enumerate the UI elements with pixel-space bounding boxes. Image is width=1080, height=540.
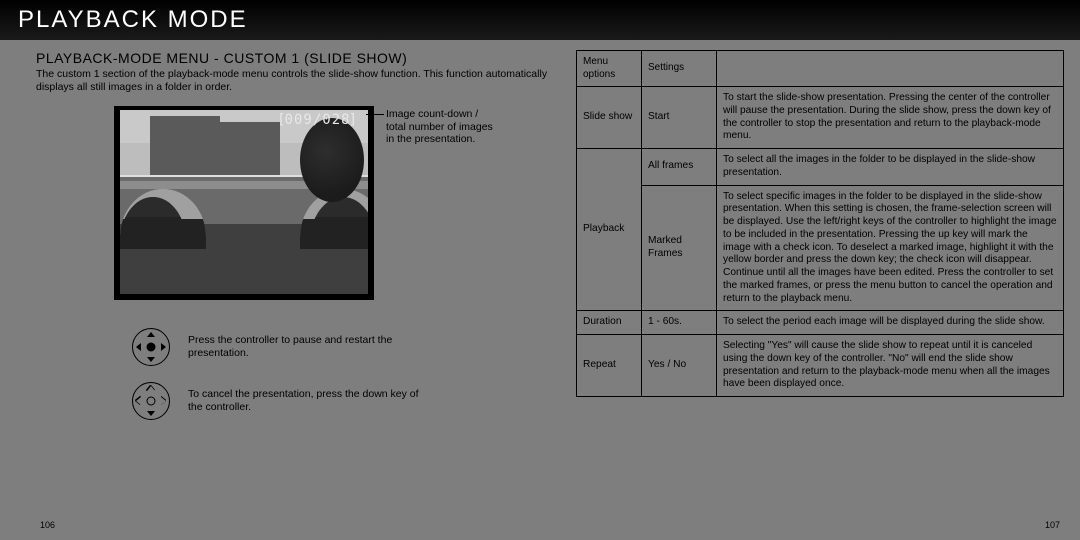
desc-cell: To select the period each image will be …	[717, 311, 1064, 335]
table-row: Repeat Yes / No Selecting "Yes" will cau…	[577, 335, 1064, 397]
section-subhead: PLAYBACK-MODE MENU - CUSTOM 1 (SLIDE SHO…	[36, 50, 556, 66]
left-page: PLAYBACK-MODE MENU - CUSTOM 1 (SLIDE SHO…	[36, 50, 556, 532]
controller-icon	[132, 328, 170, 366]
content-area: PLAYBACK-MODE MENU - CUSTOM 1 (SLIDE SHO…	[0, 40, 1080, 540]
image-counter: 009/028	[277, 112, 358, 128]
controller-pause-text: Press the controller to pause and restar…	[188, 334, 428, 360]
desc-cell: Selecting "Yes" will cause the slide sho…	[717, 335, 1064, 397]
opt-cell: Slide show	[577, 87, 642, 149]
controller-row-cancel: To cancel the presentation, press the do…	[132, 382, 556, 420]
col-description	[717, 51, 1064, 87]
section-intro: The custom 1 section of the playback-mod…	[36, 68, 556, 94]
table-row: Playback All frames To select all the im…	[577, 149, 1064, 186]
controller-row-pause: Press the controller to pause and restar…	[132, 328, 556, 366]
opt-cell: Duration	[577, 311, 642, 335]
counter-caption-text: Image count-down / total number of image…	[386, 108, 493, 145]
page-title: PLAYBACK MODE	[18, 6, 248, 33]
controller-instructions: Press the controller to pause and restar…	[132, 328, 556, 420]
col-menu-options: Menu options	[577, 51, 642, 87]
building-shape	[150, 116, 220, 176]
table-row: Slide show Start To start the slide-show…	[577, 87, 1064, 149]
lcd-preview: 009/028	[114, 106, 374, 300]
set-cell: Start	[642, 87, 717, 149]
set-cell: Yes / No	[642, 335, 717, 397]
controller-icon	[132, 382, 170, 420]
settings-body: Slide show Start To start the slide-show…	[577, 87, 1064, 397]
opt-cell: Playback	[577, 149, 642, 311]
desc-cell: To select specific images in the folder …	[717, 185, 1064, 311]
table-row: Duration 1 - 60s. To select the period e…	[577, 311, 1064, 335]
set-cell: All frames	[642, 149, 717, 186]
desc-cell: To start the slide-show presentation. Pr…	[717, 87, 1064, 149]
col-settings: Settings	[642, 51, 717, 87]
desc-cell: To select all the images in the folder t…	[717, 149, 1064, 186]
page-number-left: 106	[40, 520, 55, 530]
opt-cell: Repeat	[577, 335, 642, 397]
screenshot-row: 009/028 Image count-down / total number …	[114, 106, 556, 300]
settings-table: Menu options Settings Slide show Start T…	[576, 50, 1064, 397]
controller-cancel-text: To cancel the presentation, press the do…	[188, 388, 428, 414]
right-page: Menu options Settings Slide show Start T…	[576, 50, 1064, 532]
page-header: PLAYBACK MODE	[0, 0, 1080, 40]
set-cell: Marked Frames	[642, 185, 717, 311]
counter-caption: Image count-down / total number of image…	[386, 108, 496, 300]
lcd-image: 009/028	[114, 106, 374, 300]
tree-shape	[300, 118, 364, 202]
page-number-right: 107	[1045, 520, 1060, 530]
building-shape	[220, 122, 280, 177]
table-row: Marked Frames To select specific images …	[577, 185, 1064, 311]
leader-line	[366, 114, 384, 115]
set-cell: 1 - 60s.	[642, 311, 717, 335]
